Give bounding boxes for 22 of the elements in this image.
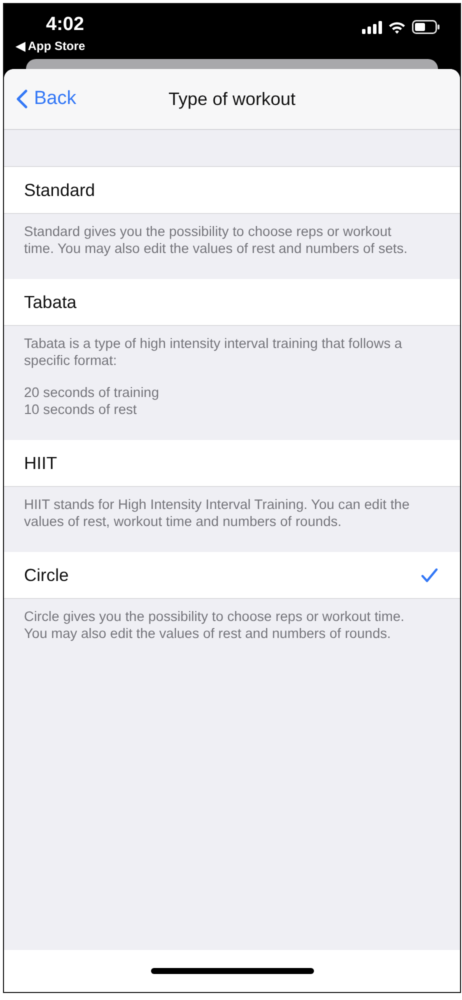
option-title: HIIT (24, 452, 58, 474)
option-title: Circle (24, 564, 69, 586)
option-description: HIIT stands for High Intensity Interval Training. You can edit the values of rest, workout time and numbers of rounds. (24, 496, 411, 530)
page-title: Type of workout (168, 88, 296, 110)
back-button[interactable]: Back (4, 88, 76, 110)
option-description: Standard gives you the possibility to choose reps or workout time. You may also edit the values of rest and numbers of sets. (24, 223, 408, 257)
option-title: Tabata (24, 292, 77, 312)
option-description: 20 seconds of training 10 seconds of rest (24, 384, 160, 418)
home-indicator[interactable] (150, 968, 314, 974)
back-to-app-link[interactable]: ◀ App Store (16, 39, 86, 53)
option-title: Standard (24, 180, 96, 200)
battery-icon (412, 20, 440, 34)
option-description: Tabata is a type of high intensity interval training that follows a specific format: (24, 335, 404, 369)
workout-option[interactable]: Standard (4, 166, 460, 214)
status-time: 4:02 (46, 14, 84, 36)
workout-option[interactable]: HIIT (4, 440, 460, 487)
workout-option[interactable]: Tabata (4, 279, 460, 326)
chevron-left-icon (16, 89, 28, 109)
option-description: Circle gives you the possibility to choose reps or workout time. You may also edit the values of rest and numbers of rounds. (24, 608, 406, 642)
signal-icon (362, 20, 382, 34)
workout-option[interactable]: Circle (4, 552, 460, 599)
wifi-icon (388, 20, 406, 34)
